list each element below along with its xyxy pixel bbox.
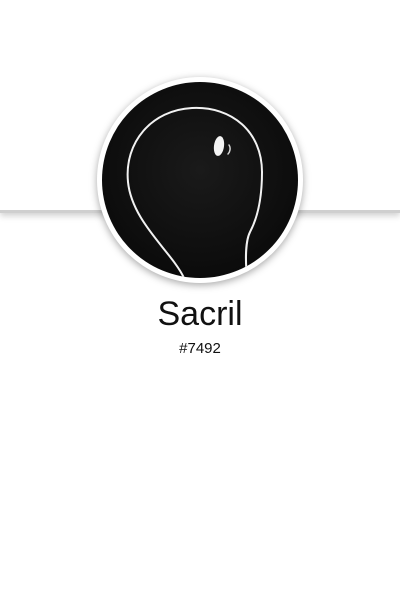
avatar-image — [102, 82, 298, 278]
dark-figure-avatar-icon — [126, 106, 264, 278]
profile-card: Sacril #7492 — [0, 0, 400, 600]
avatar[interactable] — [97, 77, 303, 283]
user-discriminator: #7492 — [179, 340, 221, 357]
username: Sacril — [157, 295, 243, 333]
